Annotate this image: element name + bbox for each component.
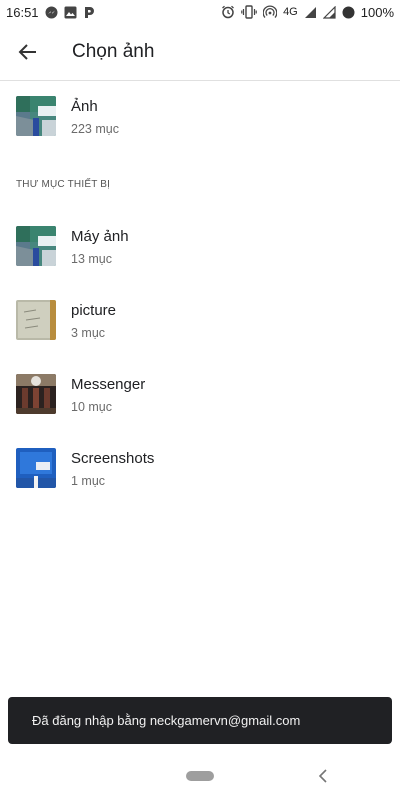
image-icon: [64, 6, 77, 19]
app-bar-divider: [0, 80, 400, 81]
album-text: Screenshots 1 mục: [71, 450, 154, 489]
album-count: 13 mục: [71, 252, 112, 266]
status-bar: 16:51 4G 100%: [0, 0, 400, 24]
nav-back-button[interactable]: [315, 766, 331, 786]
back-button[interactable]: [0, 24, 56, 80]
album-messenger[interactable]: Messenger 10 mục: [0, 362, 400, 426]
album-count: 223 mục: [71, 122, 119, 136]
signal-icon: [304, 6, 317, 19]
system-nav-bar: [0, 752, 400, 800]
snackbar-text: Đã đăng nhập bằng neckgamervn@gmail.com: [32, 713, 301, 728]
status-right: 4G 100%: [221, 5, 394, 20]
album-name: picture: [71, 302, 117, 319]
album-camera[interactable]: Máy ảnh 13 mục: [0, 214, 400, 278]
vibrate-icon: [241, 5, 257, 19]
photo-picker-screen: 16:51 4G 100% Chọn ảnh Ảnh 223 mục THƯ M…: [0, 0, 400, 800]
page-title: Chọn ảnh: [72, 41, 155, 62]
album-all-photos[interactable]: Ảnh 223 mục: [0, 84, 400, 148]
album-text: picture 3 mục: [71, 302, 116, 341]
album-name: Messenger: [71, 376, 146, 393]
album-thumbnail: [16, 300, 56, 340]
album-text: Máy ảnh 13 mục: [71, 228, 129, 267]
battery-percent: 100%: [360, 4, 394, 20]
album-thumbnail: [16, 226, 56, 266]
hotspot-icon: [263, 5, 278, 19]
status-left: 16:51: [6, 5, 95, 20]
app-bar: Chọn ảnh: [0, 24, 400, 80]
arrow-back-icon: [18, 44, 36, 60]
album-thumbnail: [16, 448, 56, 488]
signed-in-snackbar: Đã đăng nhập bằng neckgamervn@gmail.com: [8, 697, 392, 744]
messenger-icon: [45, 6, 58, 19]
album-thumbnail: [16, 374, 56, 414]
network-type: 4G: [283, 6, 298, 18]
album-screenshots[interactable]: Screenshots 1 mục: [0, 436, 400, 500]
album-thumbnail: [16, 96, 56, 136]
album-picture[interactable]: picture 3 mục: [0, 288, 400, 352]
album-count: 1 mục: [71, 474, 106, 488]
album-name: Máy ảnh: [71, 228, 129, 245]
chevron-left-icon: [318, 769, 327, 783]
home-button[interactable]: [186, 771, 214, 781]
signal-icon-secondary: [322, 5, 336, 19]
section-header-device-folders: THƯ MỤC THIẾT BỊ: [16, 179, 111, 190]
battery-icon: [342, 6, 355, 19]
album-text: Ảnh 223 mục: [71, 98, 119, 137]
album-name: Screenshots: [71, 450, 155, 467]
alarm-icon: [221, 5, 235, 19]
status-time: 16:51: [6, 4, 39, 20]
album-count: 10 mục: [71, 400, 112, 414]
album-name: Ảnh: [71, 98, 98, 115]
album-text: Messenger 10 mục: [71, 376, 145, 415]
parking-app-icon: [83, 6, 95, 19]
album-count: 3 mục: [71, 326, 106, 340]
